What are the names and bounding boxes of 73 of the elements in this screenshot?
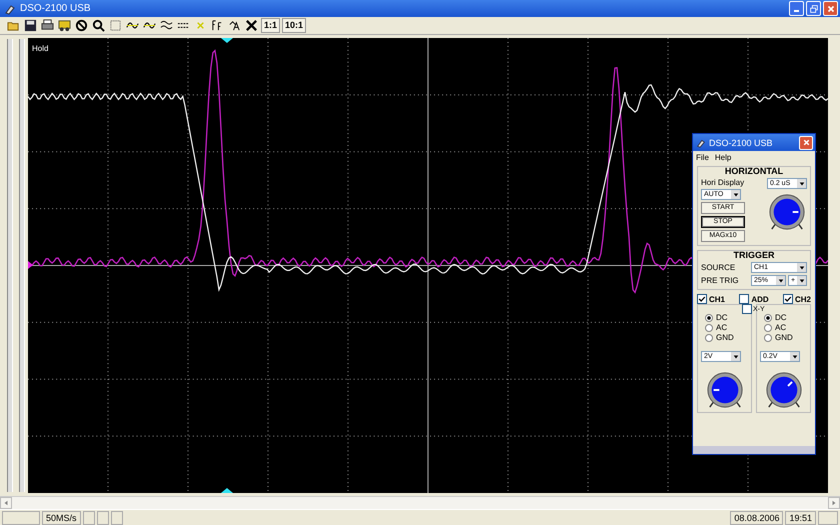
checkbox[interactable] [697,294,707,304]
window-title: DSO-2100 USB [20,3,91,14]
status-bar-panel [818,510,838,524]
zoom-ratio-button[interactable]: 10:1 [282,18,306,33]
status-bar-panel [110,510,123,524]
x-mark-icon[interactable] [244,18,259,33]
radio-label: DC [775,313,787,322]
knob[interactable] [706,371,744,409]
field-label: SOURCE [701,263,736,272]
restore-icon [808,4,818,14]
radio-button[interactable] [705,314,713,322]
field-label: Hori Display [701,178,745,187]
close-button[interactable] [799,136,813,150]
no-sign-icon[interactable] [74,18,89,33]
horizontal-scrollbar[interactable] [0,496,840,509]
knob[interactable] [768,193,806,231]
restore-button[interactable] [806,1,821,16]
status-bar-panel [96,510,109,524]
zoom-ratio-button[interactable]: 1:1 [261,18,280,33]
radio-button[interactable] [764,334,772,342]
channel-level-marker[interactable] [28,261,34,269]
slider-track[interactable] [19,39,25,492]
caret-icon [792,354,798,360]
panel-title: DSO-2100 USB [709,138,773,148]
minimize-icon [794,10,799,12]
radio-label: DC [716,313,728,322]
truck-icon[interactable] [57,18,72,33]
group-heading: HORIZONTAL [724,166,784,176]
close-icon [826,4,836,14]
time: 19:51 [785,510,816,524]
radio-button[interactable] [705,334,713,342]
probe-icon [696,138,706,148]
checkbox[interactable] [782,294,793,304]
right-arrow-icon[interactable] [831,500,837,506]
caret-icon [798,264,804,270]
left-arrow-icon[interactable] [3,500,9,506]
field-label: PRE TRIG [701,276,739,285]
printer-icon[interactable] [40,18,55,33]
radio-button[interactable] [764,324,772,332]
group-heading: TRIGGER [733,250,774,260]
caret-icon [798,278,804,284]
probe-icon [4,2,16,14]
sample-rate: 50MS/s [42,510,81,524]
dotted-rectangle-icon[interactable] [108,18,123,33]
radio-button[interactable] [705,324,713,332]
slider-track[interactable] [7,39,13,492]
close-button[interactable] [823,1,838,16]
save-icon[interactable] [23,18,38,33]
radio-label: AC [775,323,786,332]
menu-item[interactable]: Help [714,153,732,162]
close-icon [802,138,810,147]
checkbox-label: CH1 [709,294,726,304]
checkbox-label: CH2 [794,294,811,304]
radio-label: GND [775,333,793,342]
radio-label: AC [716,323,728,332]
caret-icon [798,180,804,186]
status-label: Hold [32,44,48,53]
status-bar-panel [82,510,95,524]
checkbox[interactable] [742,304,752,314]
knob[interactable] [764,371,802,409]
caret-icon [732,192,738,198]
checkbox[interactable] [739,294,750,304]
radio-label: GND [716,333,734,342]
trigger-position-marker[interactable] [220,488,234,493]
caret-icon [732,354,738,360]
checkbox-label: ADD [751,294,769,304]
trigger-position-marker[interactable] [220,38,234,43]
menu-item[interactable]: File [696,153,709,162]
minimize-button[interactable] [789,1,804,16]
status-bar-panel [2,510,40,524]
date: 08.08.2006 [730,510,784,524]
caret-icon [778,278,784,284]
radio-button[interactable] [764,314,772,322]
